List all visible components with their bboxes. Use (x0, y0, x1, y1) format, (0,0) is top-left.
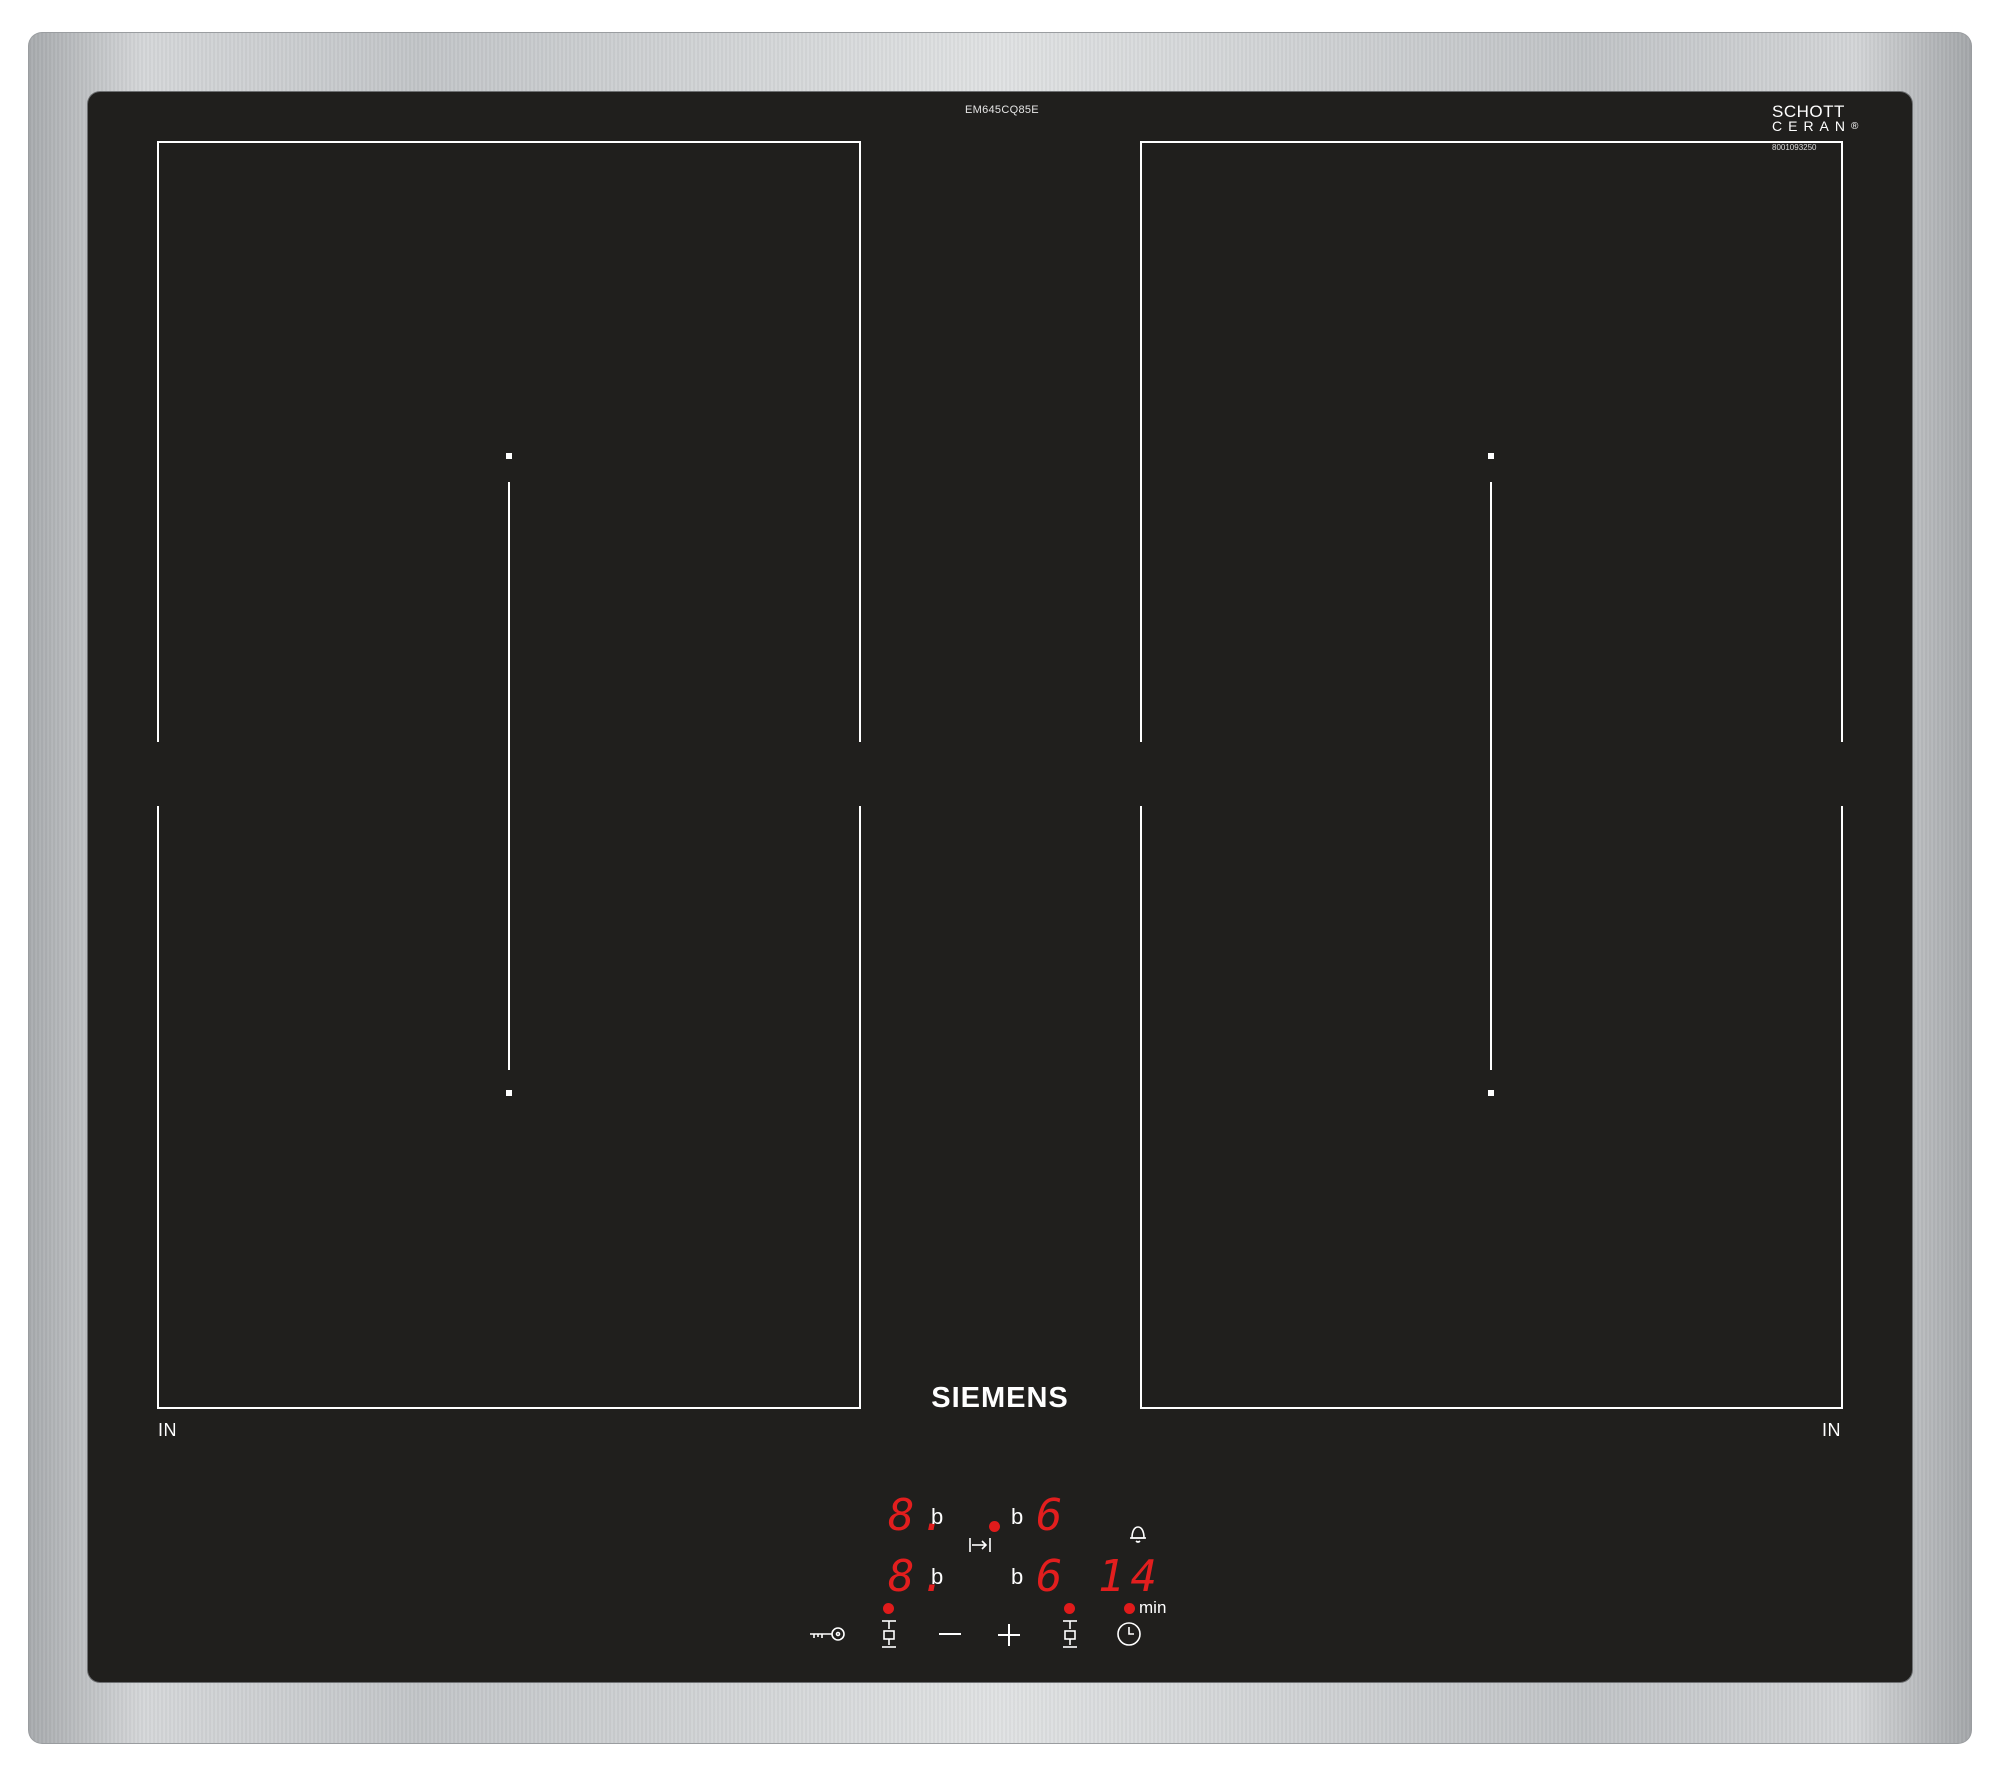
flex-combine-icon[interactable] (968, 1535, 992, 1555)
alarm-bell-icon[interactable] (1127, 1523, 1149, 1545)
right-zone-marker-bottom (1488, 1090, 1494, 1096)
clock-icon[interactable] (1115, 1620, 1143, 1648)
brand-logo: SIEMENS (931, 1382, 1069, 1414)
minus-icon[interactable] (937, 1624, 963, 1644)
left-flex-zone[interactable] (157, 141, 861, 1409)
right-flex-zone[interactable] (1140, 141, 1843, 1409)
right-zone-indicator-dot (1064, 1603, 1075, 1614)
timer-unit-label: min (1139, 1598, 1167, 1617)
left-zone-marker-top (506, 453, 512, 459)
rear-left-boost-indicator: b (931, 1504, 944, 1529)
plus-icon[interactable] (996, 1622, 1022, 1648)
left-zone-marker-bottom (506, 1090, 512, 1096)
front-left-boost-indicator: b (931, 1564, 944, 1589)
cooking-zones-outline (157, 141, 1843, 1409)
timer-readout: 14 (1098, 1551, 1163, 1602)
zone-selector-icon[interactable] (880, 1619, 898, 1649)
flex-zone-indicator-dot (989, 1521, 1000, 1532)
left-zone-indicator-dot (883, 1603, 894, 1614)
front-right-power-level: 6 (1036, 1551, 1069, 1602)
right-zone-marker-top (1488, 453, 1494, 459)
right-zone-induction-label: IN (1822, 1420, 1841, 1440)
left-zone-induction-label: IN (158, 1420, 177, 1440)
timer-indicator-dot (1124, 1603, 1135, 1614)
rear-right-boost-indicator: b (1011, 1504, 1024, 1529)
key-icon[interactable] (808, 1623, 848, 1645)
zone-selector-icon[interactable] (1061, 1619, 1079, 1649)
front-right-boost-indicator: b (1011, 1564, 1024, 1589)
rear-right-power-level: 6 (1036, 1490, 1069, 1541)
